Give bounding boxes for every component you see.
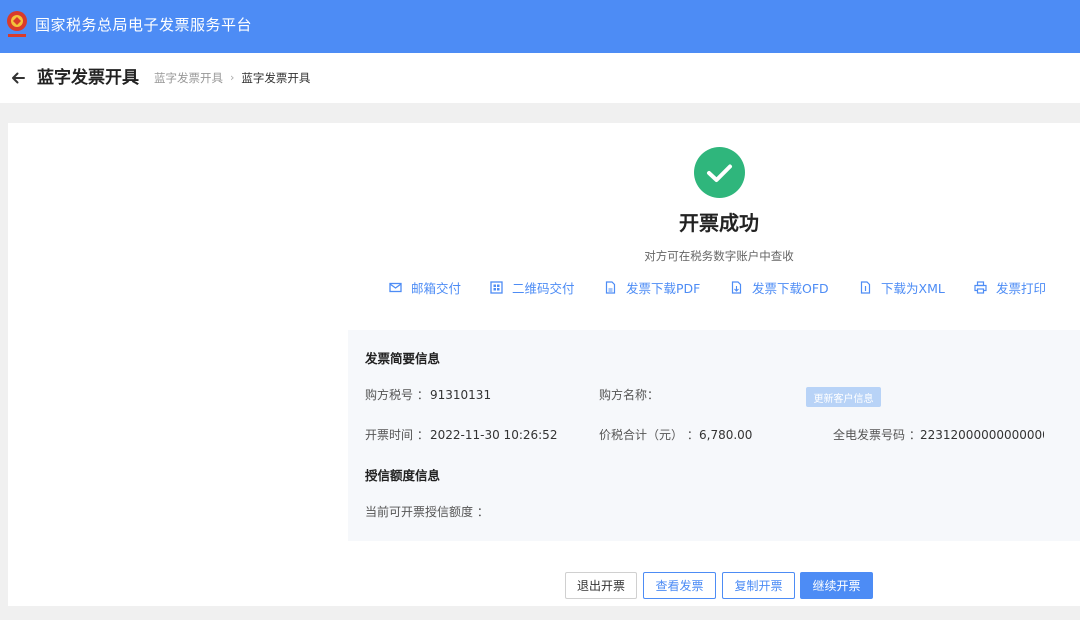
tax-emblem-icon <box>7 11 27 37</box>
download-pdf-link[interactable]: 发票下载PDF <box>604 277 700 297</box>
total-amount-value: 6,780.00 <box>699 428 753 442</box>
breadcrumb-link[interactable]: 蓝字发票开具 <box>154 70 223 86</box>
download-xml-link[interactable]: 下载为XML <box>859 277 945 297</box>
breadcrumb-separator-icon: › <box>230 71 235 84</box>
download-pdf-label: 发票下载PDF <box>626 280 701 296</box>
invoice-number-value: 2231200000000000000 <box>920 428 1044 442</box>
mail-icon <box>389 282 402 292</box>
qrcode-delivery-label: 二维码交付 <box>512 280 575 296</box>
printer-icon <box>974 280 987 294</box>
invoice-number-label: 全电发票号码 ： <box>833 428 921 442</box>
breadcrumb: 蓝字发票开具 › 蓝字发票开具 <box>154 70 310 86</box>
continue-invoicing-button[interactable]: 继续开票 <box>800 572 873 599</box>
issue-time-label: 开票时间 ： <box>365 428 429 442</box>
breadcrumb-current: 蓝字发票开具 <box>241 71 311 85</box>
xml-file-icon <box>860 280 871 294</box>
buyer-tax-id-label: 购方税号 ： <box>365 388 429 402</box>
print-invoice-label: 发票打印 <box>996 280 1047 296</box>
top-header-bar: 国家税务总局电子发票服务平台 <box>0 0 1080 53</box>
ofd-file-icon <box>731 280 742 294</box>
view-invoice-button[interactable]: 查看发票 <box>643 572 716 599</box>
invoice-summary-title: 发票简要信息 <box>365 351 441 366</box>
buyer-name-label: 购方名称： <box>599 388 660 402</box>
platform-title: 国家税务总局电子发票服务平台 <box>35 16 253 34</box>
pdf-file-icon <box>605 280 616 294</box>
delivery-actions: 邮箱交付 二维码交付 发票下载PDF 发票下载OFD 下载为XML 发票打印 <box>0 277 1080 297</box>
qrcode-delivery-link[interactable]: 二维码交付 <box>490 277 575 297</box>
total-amount-label: 价税合计（元） ： <box>599 428 699 442</box>
credit-info-title: 授信额度信息 <box>365 468 441 483</box>
page-header: 蓝字发票开具 蓝字发票开具 › 蓝字发票开具 <box>0 53 1080 103</box>
success-subtitle: 对方可在税务数字账户中查收 <box>644 249 794 263</box>
credit-quota-label: 当前可开票授信额度 ： <box>365 505 489 519</box>
back-arrow-icon[interactable] <box>8 68 28 88</box>
email-delivery-link[interactable]: 邮箱交付 <box>389 277 461 297</box>
buyer-tax-id-value: 91310131 <box>430 388 492 402</box>
success-check-icon <box>694 147 745 198</box>
print-invoice-link[interactable]: 发票打印 <box>974 277 1046 297</box>
download-ofd-label: 发票下载OFD <box>752 280 829 296</box>
download-ofd-link[interactable]: 发票下载OFD <box>730 277 829 297</box>
qrcode-icon <box>490 280 503 294</box>
copy-invoice-button[interactable]: 复制开票 <box>722 572 795 599</box>
download-xml-label: 下载为XML <box>881 280 945 296</box>
update-customer-button[interactable]: 更新客户信息 <box>806 387 881 407</box>
success-title: 开票成功 <box>679 211 759 235</box>
exit-invoicing-button[interactable]: 退出开票 <box>565 572 637 599</box>
page-title: 蓝字发票开具 <box>37 68 139 88</box>
issue-time-value: 2022-11-30 10:26:52 <box>430 428 558 442</box>
email-delivery-label: 邮箱交付 <box>411 280 462 296</box>
invoice-number-clip: 2231200000000000000 <box>920 427 1044 445</box>
